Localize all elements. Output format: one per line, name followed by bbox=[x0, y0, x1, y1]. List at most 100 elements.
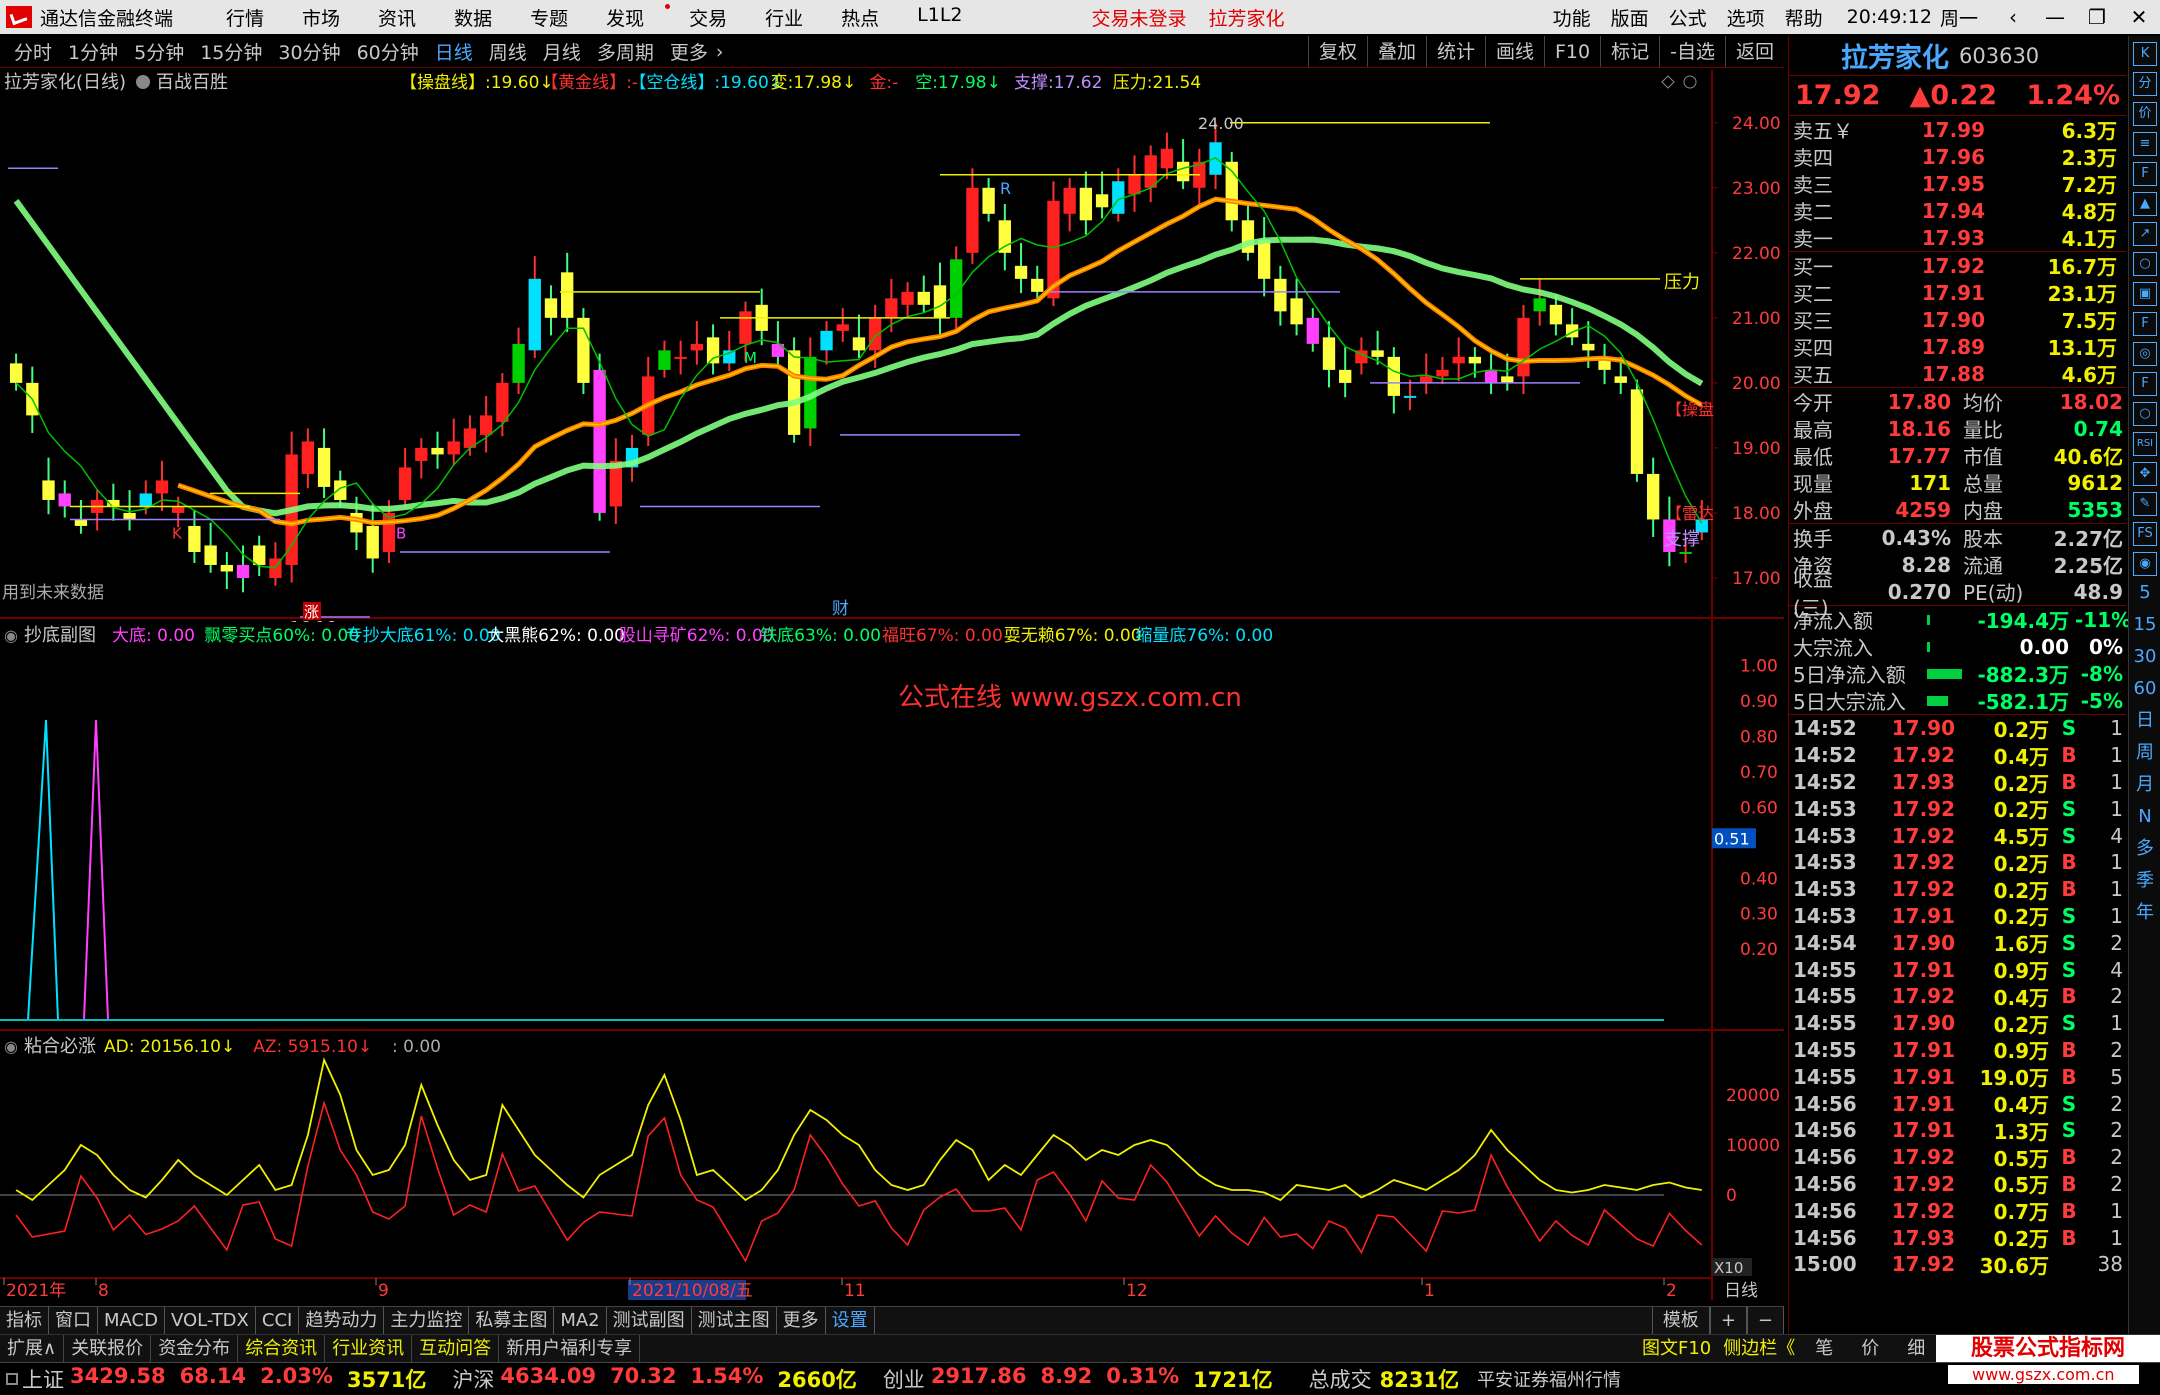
buys-row[interactable]: 买四 17.89 13.1万 bbox=[1789, 333, 2126, 361]
period-tab-9[interactable]: 多周期 bbox=[589, 38, 662, 65]
buys-row[interactable]: 买三 17.90 7.5万 bbox=[1789, 306, 2126, 334]
buys-row[interactable]: 买五 17.88 4.6万 bbox=[1789, 360, 2126, 388]
maximize-icon[interactable]: ❐ bbox=[2076, 5, 2118, 29]
menu-item-1[interactable]: 市场 bbox=[302, 4, 340, 31]
period-tab-1[interactable]: 1分钟 bbox=[60, 38, 126, 65]
period-tab-6[interactable]: 日线 bbox=[427, 38, 481, 65]
extension-right-3[interactable]: 价 bbox=[1847, 1335, 1893, 1362]
extension-item-3[interactable]: 综合资讯 bbox=[238, 1335, 326, 1362]
side-icon-19[interactable]: 15 bbox=[2133, 614, 2157, 640]
right-menu-item-4[interactable]: 帮助 bbox=[1785, 4, 1823, 31]
side-icon-22[interactable]: 日 bbox=[2133, 710, 2157, 736]
extension-item-4[interactable]: 行业资讯 bbox=[325, 1335, 413, 1362]
indicator-tab-5[interactable]: 趋势动力 bbox=[299, 1307, 385, 1334]
extension-right-0[interactable]: 图文F10 bbox=[1636, 1335, 1717, 1362]
period-tab-7[interactable]: 周线 bbox=[481, 38, 535, 65]
menu-item-2[interactable]: 资讯 bbox=[378, 4, 416, 31]
side-icon-14[interactable]: ✥ bbox=[2133, 462, 2157, 486]
chart-tool-5[interactable]: 标记 bbox=[1600, 36, 1659, 67]
indicator-tab-1[interactable]: 窗口 bbox=[49, 1307, 98, 1334]
period-tab-8[interactable]: 月线 bbox=[535, 38, 589, 65]
more-chevron-icon[interactable]: › bbox=[716, 41, 732, 63]
side-icon-24[interactable]: 月 bbox=[2133, 774, 2157, 800]
menu-item-6[interactable]: 交易 bbox=[689, 4, 727, 31]
side-icon-2[interactable]: 价 bbox=[2133, 102, 2157, 126]
period-tab-4[interactable]: 30分钟 bbox=[270, 38, 348, 65]
side-icon-7[interactable]: ○ bbox=[2133, 252, 2157, 276]
sells-row[interactable]: 卖四 17.96 2.3万 bbox=[1789, 143, 2126, 171]
indicator-tab-12[interactable]: 设置 bbox=[826, 1307, 875, 1334]
side-icon-3[interactable]: ≡ bbox=[2133, 132, 2157, 156]
menu-item-5[interactable]: 发现 bbox=[606, 4, 644, 31]
side-icon-16[interactable]: FS bbox=[2133, 522, 2157, 546]
chart-tool-1[interactable]: 叠加 bbox=[1366, 36, 1426, 67]
tick-list[interactable]: 14:52 17.90 0.2万 S 1 14:52 17.92 0.4万 B 1 14:52 17.… bbox=[1789, 715, 2126, 1277]
chart-tool-2[interactable]: 统计 bbox=[1425, 36, 1485, 67]
chart-area[interactable]: 拉芳家化(日线) 百战百胜 【操盘线】:19.60↓【黄金线】:-【空仓线】:19.… bbox=[0, 70, 1784, 1300]
indicator-tab-8[interactable]: MA2 bbox=[554, 1307, 607, 1334]
indicator-tab-7[interactable]: 私募主图 bbox=[469, 1307, 555, 1334]
index-name[interactable]: 上证 bbox=[22, 1364, 64, 1394]
period-tab-0[interactable]: 分时 bbox=[6, 38, 60, 65]
extension-item-0[interactable]: 扩展∧ bbox=[0, 1335, 65, 1362]
sells-row[interactable]: 卖五￥ 17.99 6.3万 bbox=[1789, 116, 2126, 144]
index-expand-icon[interactable] bbox=[6, 1373, 18, 1385]
side-icon-23[interactable]: 周 bbox=[2133, 742, 2157, 768]
menu-item-3[interactable]: 数据 bbox=[454, 4, 492, 31]
side-icon-26[interactable]: 多 bbox=[2133, 838, 2157, 864]
side-icon-4[interactable]: F bbox=[2133, 162, 2157, 186]
period-tab-5[interactable]: 60分钟 bbox=[349, 38, 427, 65]
extension-item-1[interactable]: 关联报价 bbox=[64, 1335, 152, 1362]
indicator-tab-9[interactable]: 测试副图 bbox=[607, 1307, 692, 1334]
sells-row[interactable]: 卖二 17.94 4.8万 bbox=[1789, 197, 2126, 225]
right-menu-item-2[interactable]: 公式 bbox=[1669, 4, 1707, 31]
indicator-tab-4[interactable]: CCI bbox=[256, 1307, 300, 1334]
side-icon-12[interactable]: ○ bbox=[2133, 402, 2157, 426]
side-icon-8[interactable]: ▣ bbox=[2133, 282, 2157, 306]
right-menu-item-1[interactable]: 版面 bbox=[1611, 4, 1649, 31]
right-menu-item-3[interactable]: 选项 bbox=[1727, 4, 1765, 31]
extension-item-2[interactable]: 资金分布 bbox=[151, 1335, 239, 1362]
period-tab-2[interactable]: 5分钟 bbox=[126, 38, 192, 65]
period-tab-3[interactable]: 15分钟 bbox=[192, 38, 270, 65]
extension-item-5[interactable]: 互动问答 bbox=[412, 1335, 500, 1362]
side-icon-27[interactable]: 季 bbox=[2133, 870, 2157, 896]
indicator-tab-0[interactable]: 指标 bbox=[0, 1307, 49, 1334]
chart-tool-7[interactable]: 返回 bbox=[1724, 36, 1784, 67]
login-status[interactable]: 交易未登录 bbox=[1092, 4, 1187, 31]
chart-tool-4[interactable]: F10 bbox=[1544, 36, 1600, 67]
menu-item-9[interactable]: L1L2 bbox=[917, 4, 962, 31]
side-icon-25[interactable]: N bbox=[2133, 806, 2157, 832]
indicator-tab-10[interactable]: 测试主图 bbox=[692, 1307, 777, 1334]
index-name[interactable]: 创业 bbox=[883, 1364, 925, 1394]
side-icon-5[interactable]: ▲ bbox=[2133, 192, 2157, 216]
menu-item-8[interactable]: 热点 bbox=[841, 4, 879, 31]
period-tab-10[interactable]: 更多 bbox=[662, 38, 716, 65]
chart-tool-6[interactable]: -自选 bbox=[1659, 36, 1725, 67]
side-icon-0[interactable]: K bbox=[2133, 42, 2157, 66]
menu-item-0[interactable]: 行情 bbox=[226, 4, 264, 31]
extension-right-1[interactable]: 侧边栏《 bbox=[1717, 1335, 1801, 1362]
extension-item-6[interactable]: 新用户福利专享 bbox=[499, 1335, 641, 1362]
sells-row[interactable]: 卖一 17.93 4.1万 bbox=[1789, 224, 2126, 252]
index-name[interactable]: 沪深 bbox=[452, 1364, 494, 1394]
indicator-tab-2[interactable]: MACD bbox=[98, 1307, 165, 1334]
side-icon-11[interactable]: F bbox=[2133, 372, 2157, 396]
close-icon[interactable]: ✕ bbox=[2118, 5, 2160, 29]
side-icon-6[interactable]: ↗ bbox=[2133, 222, 2157, 246]
side-icon-18[interactable]: 5 bbox=[2133, 582, 2157, 608]
side-icon-20[interactable]: 30 bbox=[2133, 646, 2157, 672]
side-icon-21[interactable]: 60 bbox=[2133, 678, 2157, 704]
menu-item-7[interactable]: 行业 bbox=[765, 4, 803, 31]
chart-tool-0[interactable]: 复权 bbox=[1307, 36, 1367, 67]
menu-item-4[interactable]: 专题 bbox=[530, 4, 568, 31]
side-icon-17[interactable]: ◉ bbox=[2133, 552, 2157, 576]
right-menu-item-0[interactable]: 功能 bbox=[1553, 4, 1591, 31]
side-icon-28[interactable]: 年 bbox=[2133, 902, 2157, 928]
indicator-tab-right-0[interactable]: 模板 bbox=[1651, 1307, 1710, 1334]
minimize-icon[interactable]: — bbox=[2034, 5, 2076, 29]
indicator-tab-3[interactable]: VOL-TDX bbox=[165, 1307, 256, 1334]
extension-right-4[interactable]: 细 bbox=[1893, 1335, 1939, 1362]
buys-row[interactable]: 买一 17.92 16.7万 bbox=[1789, 252, 2126, 280]
back-arrow-icon[interactable]: ‹ bbox=[1992, 5, 2034, 29]
